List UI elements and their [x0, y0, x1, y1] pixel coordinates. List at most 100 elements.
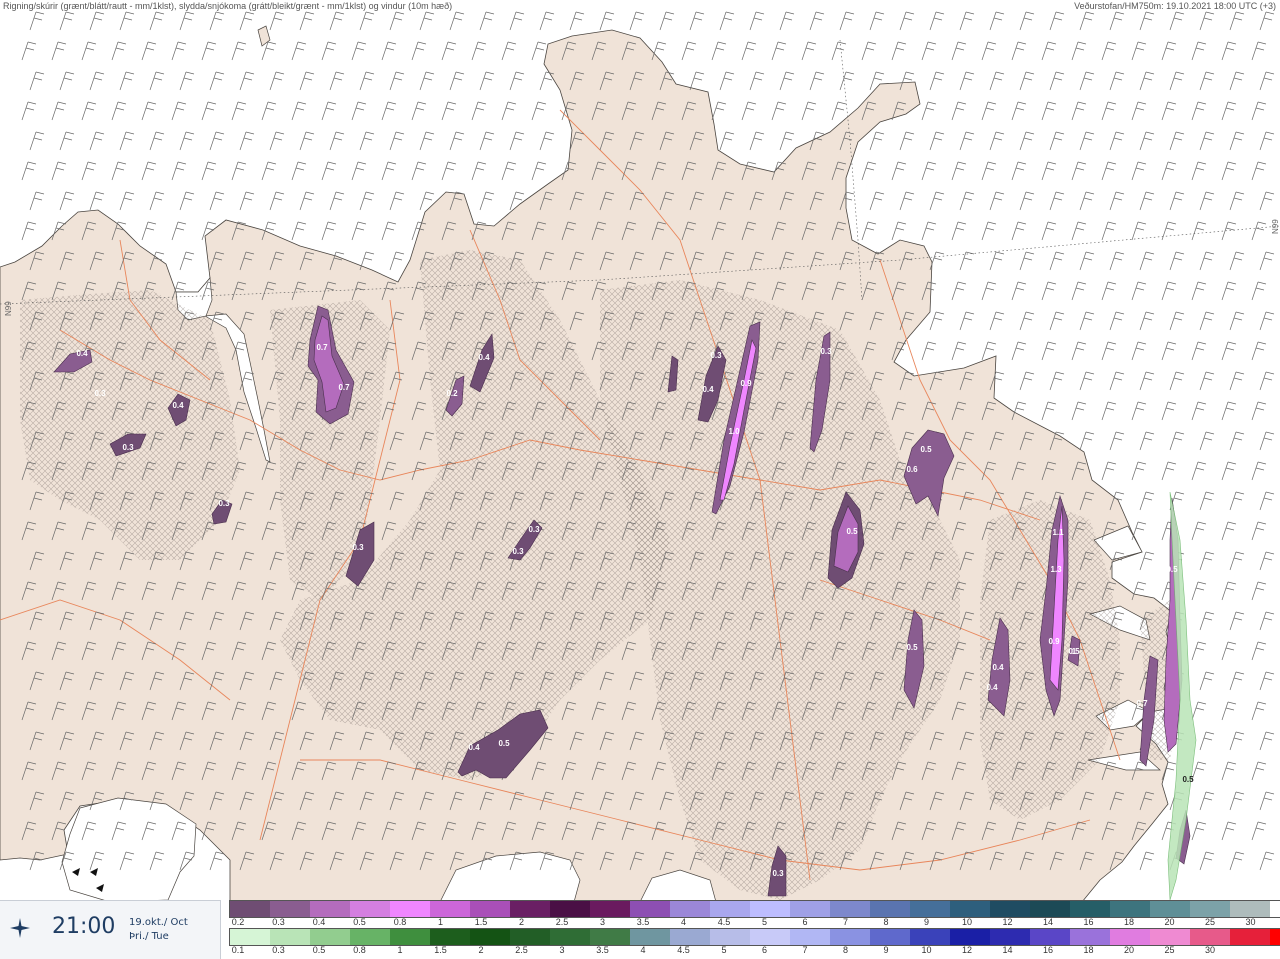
snow-scale-label: 8 [883, 917, 889, 927]
wind-barb [1221, 521, 1237, 541]
snow-scale-label: 14 [1042, 917, 1054, 927]
precip-value-label: 0.5 [1166, 565, 1178, 574]
snow-scale-label: 2 [518, 917, 525, 927]
wind-barb [1109, 311, 1125, 331]
wind-barb [749, 11, 765, 31]
wind-barb [171, 101, 187, 121]
wind-barb [1191, 341, 1207, 361]
wind-barb [1221, 101, 1237, 121]
wind-barb [929, 311, 945, 331]
wind-barb [1139, 371, 1155, 391]
wind-barb [209, 191, 225, 211]
wind-barb [1109, 131, 1125, 151]
snow-scale-swatch [710, 901, 750, 917]
wind-barb [921, 41, 937, 61]
snow-scale-label: 2.5 [555, 917, 569, 927]
wind-barb [351, 41, 367, 61]
wind-barb [659, 11, 675, 31]
wind-barb [1229, 611, 1245, 631]
snow-scale-swatch [950, 901, 990, 917]
wind-barb [801, 41, 817, 61]
wind-barb [1229, 131, 1245, 151]
snow-scale-swatch [870, 901, 910, 917]
wind-barb [1139, 191, 1155, 211]
wind-barb [449, 71, 465, 91]
wind-barb [29, 131, 45, 151]
wind-barb [119, 71, 135, 91]
wind-barb [741, 41, 757, 61]
time-panel: 21:00 19.okt./ Oct Þri./ Tue [0, 900, 221, 959]
rain-scale-label: 25 [1164, 945, 1175, 955]
wind-barb [1259, 251, 1275, 271]
wind-barb [509, 11, 525, 31]
wind-barb [1251, 761, 1267, 781]
rain-scale-label: 20 [1123, 945, 1135, 955]
rain-scale-swatch [550, 929, 590, 945]
wind-barb [929, 71, 945, 91]
rain-scale-label: 0.8 [353, 945, 366, 955]
wind-barb [329, 191, 345, 211]
wind-barb [1221, 641, 1237, 661]
wind-barb [921, 101, 937, 121]
wind-barb [1161, 281, 1177, 301]
wind-barb [269, 71, 285, 91]
snow-scale-label: 12 [1002, 917, 1013, 927]
wind-barb [1259, 851, 1275, 871]
snow-scale-label: 0.2 [231, 917, 245, 927]
snow-scale-label: 10 [961, 917, 973, 927]
wind-barb [1071, 221, 1087, 241]
wind-barb [501, 161, 517, 181]
snow-scale-swatch [790, 901, 830, 917]
wind-barb [1221, 461, 1237, 481]
wind-barb [1131, 401, 1147, 421]
wind-barb [719, 71, 735, 91]
wind-barb [1199, 71, 1215, 91]
wind-barb [1041, 101, 1057, 121]
rain-scale-swatch [1190, 929, 1230, 945]
forecast-time: 21:00 [52, 914, 116, 939]
precip-value-label: 0.4 [992, 663, 1004, 672]
rain-scale-label: 1 [397, 945, 403, 955]
wind-barb [1071, 101, 1087, 121]
wind-barb [1229, 71, 1245, 91]
wind-barb [269, 11, 285, 31]
wind-barb [981, 101, 997, 121]
wind-barb [899, 131, 915, 151]
rain-scale-label: 3 [559, 945, 565, 955]
wind-barb [51, 101, 67, 121]
grid-label-left: N99 [4, 301, 13, 316]
rain-scale-swatch [630, 929, 670, 945]
precip-value-label: 0.7 [1136, 699, 1148, 708]
wind-barb [1199, 731, 1215, 751]
snow-scale-label: 5 [761, 917, 768, 927]
wind-barb [1191, 401, 1207, 421]
wind-barb [1199, 431, 1215, 451]
rain-scale-label: 0.5 [312, 945, 326, 955]
rain-scale-label: 2 [478, 945, 484, 955]
rain-scale-swatch [470, 929, 510, 945]
wind-barb [419, 131, 435, 151]
snow-scale-swatch [270, 901, 310, 917]
snow-scale-label: 20 [1164, 917, 1175, 927]
wind-barb [1071, 161, 1087, 181]
rain-scale-swatch [990, 929, 1030, 945]
wind-barb [1191, 41, 1207, 61]
wind-barb [119, 11, 135, 31]
precip-value-label: 0.9 [740, 379, 752, 388]
precip-value-label: 0.3 [122, 443, 134, 452]
wind-barb [1139, 11, 1155, 31]
wind-barb [351, 161, 367, 181]
rain-scale-swatch [590, 929, 630, 945]
snow-scale-swatch [1070, 901, 1110, 917]
rain-scale-swatch [670, 929, 710, 945]
snow-scale-label: 7 [842, 917, 849, 927]
wind-barb [1229, 791, 1245, 811]
wind-barb [749, 131, 765, 151]
wind-barb [1199, 11, 1215, 31]
wind-barb [179, 71, 195, 91]
wind-barb [1259, 71, 1275, 91]
wind-barb [959, 131, 975, 151]
wind-barb [1079, 251, 1095, 271]
wind-barb [51, 41, 67, 61]
precip-value-label: 1.1 [1052, 528, 1064, 537]
